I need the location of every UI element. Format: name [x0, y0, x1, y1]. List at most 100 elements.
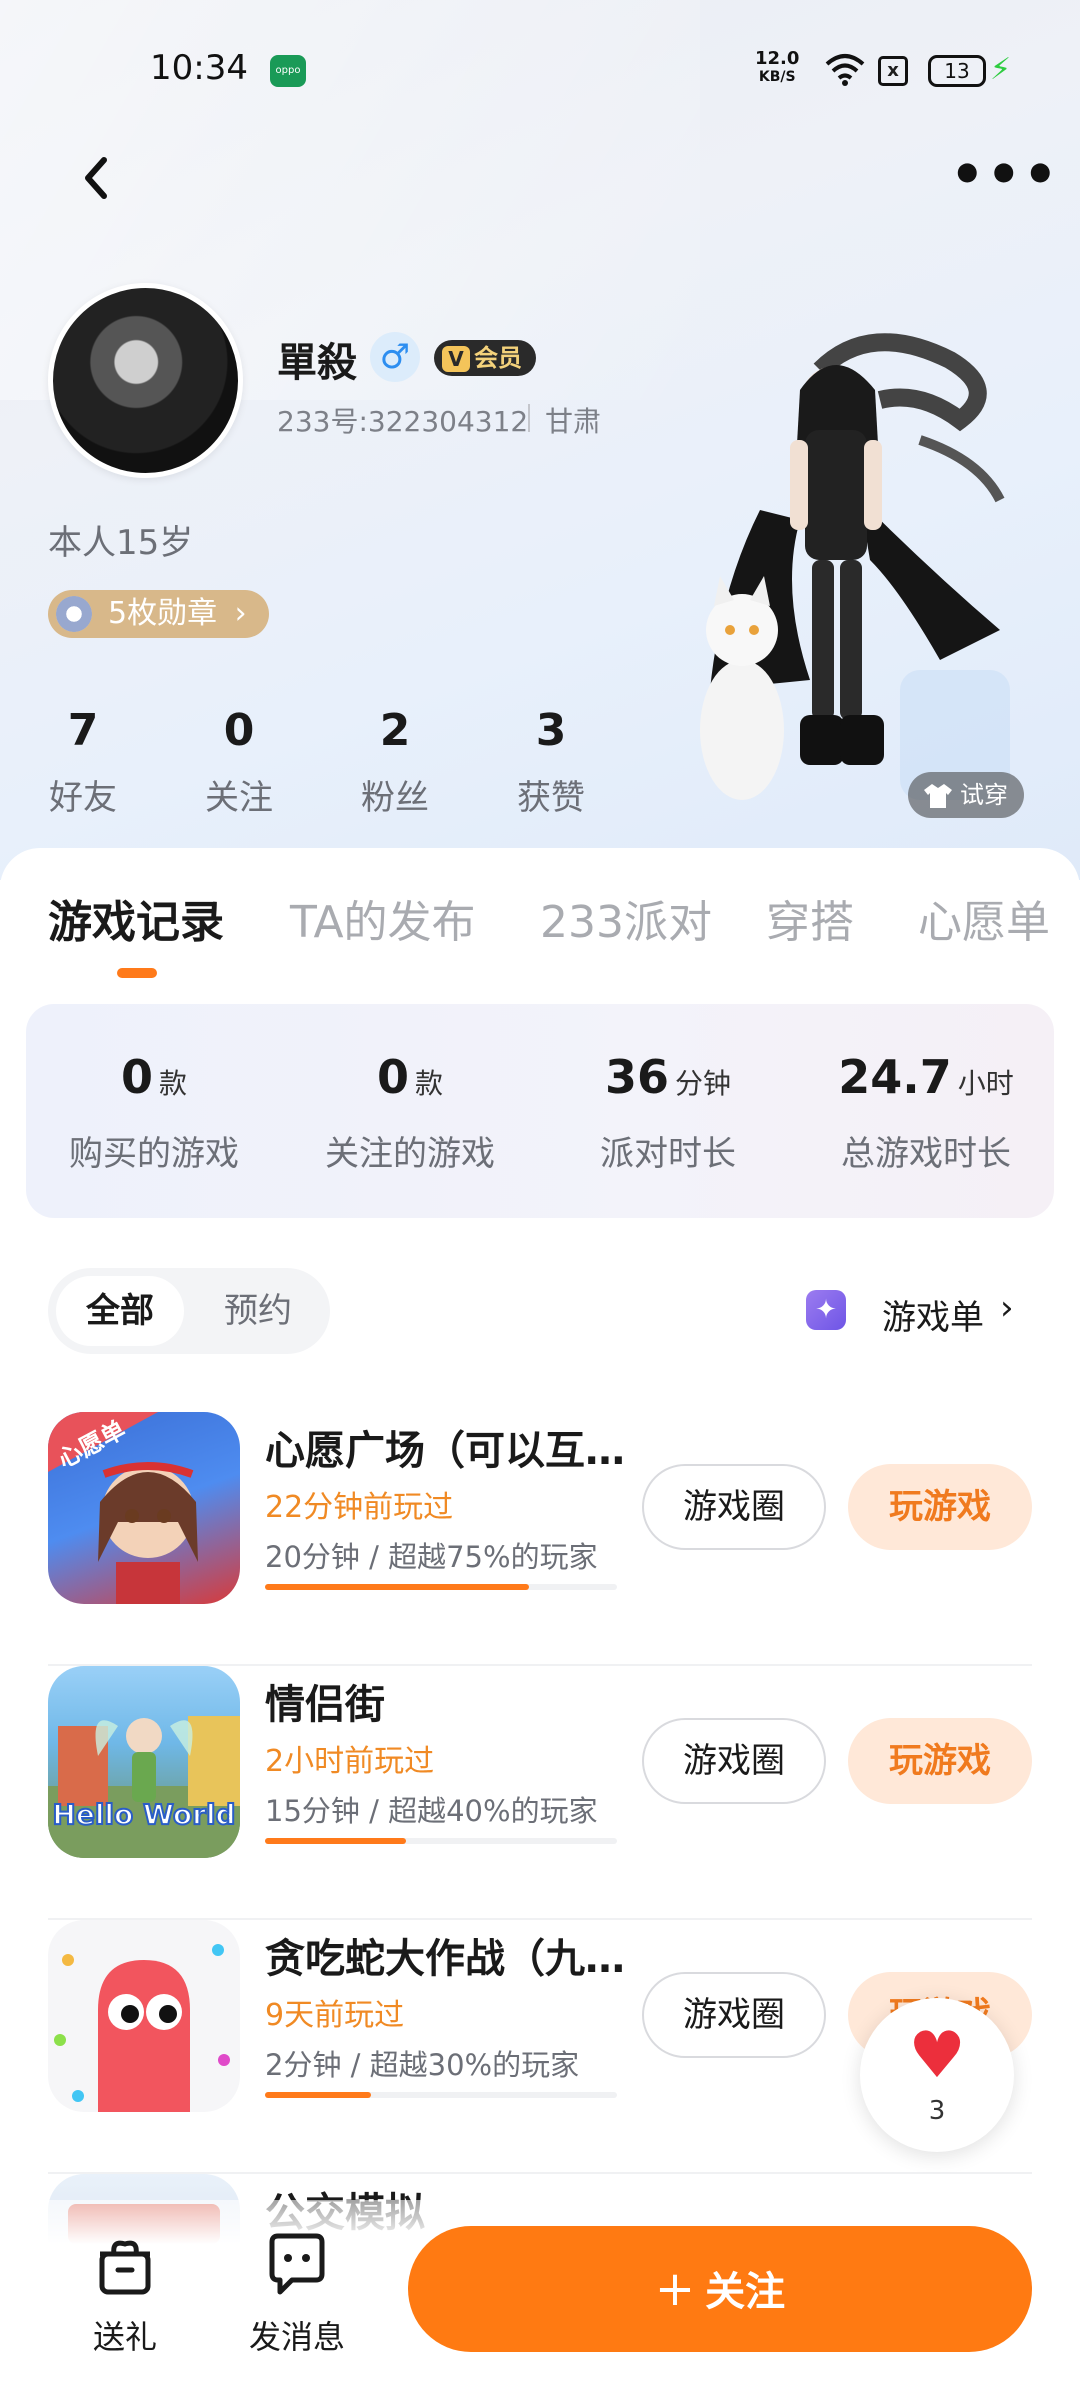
status-time: 10:34	[150, 48, 248, 88]
network-speed: 12.0 KB/S	[755, 50, 799, 86]
stat-label: 粉丝	[361, 778, 429, 818]
plus-icon: +	[654, 2261, 696, 2317]
game-last-played: 22分钟前玩过	[265, 1490, 454, 1525]
stat-likes[interactable]: 3 获赞	[496, 705, 606, 819]
game-play-stat: 2分钟 / 超越30%的玩家	[265, 2048, 580, 2082]
network-speed-value: 12.0	[755, 48, 800, 69]
summary-unit: 款	[415, 1067, 444, 1100]
game-icon[interactable]: 心愿单	[48, 1412, 240, 1604]
stat-value: 0	[223, 705, 255, 756]
male-gender-icon: ♂	[370, 332, 420, 382]
game-community-button[interactable]: 游戏圈	[642, 1464, 826, 1550]
game-last-played: 2小时前玩过	[265, 1744, 435, 1779]
game-progress-bar	[265, 2092, 617, 2098]
try-on-button[interactable]: 试穿	[908, 772, 1024, 818]
summary-followed: 0款 关注的游戏	[290, 1050, 530, 1175]
stat-following[interactable]: 0 关注	[184, 705, 294, 819]
user-id: 233号:322304312	[277, 405, 529, 438]
game-play-stat: 15分钟 / 超越40%的玩家	[265, 1794, 598, 1828]
avatar-character-illustration[interactable]	[700, 330, 1010, 820]
chevron-right-icon[interactable]: ›	[1000, 1288, 1014, 1328]
battery-icon: 13	[928, 55, 986, 87]
vip-v-icon: V	[442, 346, 470, 372]
wifi-icon	[825, 54, 865, 86]
gift-button[interactable]: 送礼	[60, 2230, 190, 2358]
game-list-link[interactable]: 游戏单	[882, 1290, 984, 1339]
vip-label: 会员	[474, 344, 522, 372]
message-button[interactable]: 发消息	[232, 2230, 362, 2358]
sim-off-icon: x	[878, 56, 908, 86]
more-options-icon[interactable]: •••	[950, 148, 1058, 202]
back-arrow-icon[interactable]	[70, 148, 130, 208]
summary-label: 派对时长	[600, 1134, 736, 1174]
tab-posts[interactable]: TA的发布	[290, 886, 476, 950]
game-row[interactable]: Hello World 情侣街 2小时前玩过 15分钟 / 超越40%的玩家 游…	[0, 1666, 1080, 1920]
stat-value: 2	[379, 705, 411, 756]
summary-party-time: 36 分钟 派对时长	[548, 1050, 788, 1175]
stat-value: 3	[535, 705, 567, 756]
user-name: 單殺	[277, 340, 357, 386]
gift-icon	[99, 2240, 151, 2295]
stat-label: 获赞	[517, 778, 585, 818]
id-region-divider	[528, 404, 530, 432]
game-icon[interactable]: Hello World	[48, 1666, 240, 1858]
shirt-icon	[924, 784, 952, 808]
summary-purchased: 0款 购买的游戏	[34, 1050, 274, 1175]
active-tab-indicator	[117, 968, 157, 978]
summary-label: 关注的游戏	[325, 1134, 495, 1174]
game-progress-fill	[265, 1584, 529, 1590]
game-icon[interactable]	[48, 1920, 240, 2112]
gift-label: 送礼	[92, 2318, 157, 2356]
game-icon-art: 心愿单	[48, 1412, 198, 1604]
heart-icon: ♥	[908, 2019, 966, 2093]
stat-label: 关注	[205, 778, 273, 818]
like-count: 3	[928, 2096, 946, 2126]
chevron-right-icon: ›	[234, 596, 247, 631]
game-icon-art	[54, 1944, 230, 2112]
game-name: 心愿广场（可以互…	[265, 1428, 625, 1474]
game-play-stat: 20分钟 / 超越75%的玩家	[265, 1540, 598, 1574]
network-speed-unit: KB/S	[758, 69, 796, 85]
play-game-button[interactable]: 玩游戏	[848, 1464, 1032, 1550]
game-last-played: 9天前玩过	[265, 1998, 405, 2033]
avatar[interactable]	[48, 283, 243, 478]
summary-value: 24.7	[838, 1050, 952, 1104]
tab-party[interactable]: 233派对	[540, 886, 712, 950]
tab-outfits[interactable]: 穿搭	[766, 886, 854, 950]
tab-wishlist[interactable]: 心愿单	[918, 886, 1050, 950]
game-icon-art: Hello World	[48, 1716, 240, 1858]
notification-app-icon: oppo	[270, 55, 306, 87]
summary-value: 0	[120, 1050, 153, 1104]
stat-followers[interactable]: 2 粉丝	[340, 705, 450, 819]
sparkle-icon[interactable]: ✦	[806, 1290, 846, 1330]
filter-reserved[interactable]: 预约	[196, 1276, 320, 1346]
stat-label: 好友	[49, 778, 117, 818]
play-game-button[interactable]: 玩游戏	[848, 1718, 1032, 1804]
summary-value: 0	[376, 1050, 409, 1104]
game-community-button[interactable]: 游戏圈	[642, 1972, 826, 2058]
user-region: 甘肃	[545, 405, 602, 438]
summary-unit: 分钟	[675, 1067, 732, 1100]
game-progress-fill	[265, 2092, 371, 2098]
tab-game-records[interactable]: 游戏记录	[48, 886, 224, 950]
medal-icon	[56, 596, 92, 632]
stat-friends[interactable]: 7 好友	[28, 705, 138, 819]
summary-unit: 款	[159, 1067, 188, 1100]
status-bar: 10:34 oppo 12.0 KB/S x 13 ⚡	[0, 0, 1080, 120]
stat-value: 7	[67, 705, 99, 756]
game-name: 情侣街	[265, 1682, 385, 1728]
game-row[interactable]: 心愿单 心愿广场（可以互… 22分钟前玩过 20分钟 / 超越75%的玩家 游戏…	[0, 1412, 1080, 1666]
charging-bolt-icon: ⚡	[990, 52, 1012, 87]
game-icon-text: Hello World	[52, 1798, 235, 1831]
game-progress-bar	[265, 1584, 617, 1590]
game-progress-fill	[265, 1838, 406, 1844]
game-name: 贪吃蛇大作战（九…	[265, 1936, 625, 1982]
follow-button[interactable]: + 关注	[408, 2226, 1032, 2352]
game-community-button[interactable]: 游戏圈	[642, 1718, 826, 1804]
filter-all[interactable]: 全部	[56, 1276, 184, 1346]
like-button[interactable]: ♥ 3	[860, 1998, 1014, 2152]
vip-badge[interactable]: V 会员	[434, 340, 536, 376]
medals-button[interactable]: 5枚勋章 ›	[48, 590, 269, 638]
game-progress-bar	[265, 1838, 617, 1844]
summary-unit: 小时	[957, 1067, 1014, 1100]
